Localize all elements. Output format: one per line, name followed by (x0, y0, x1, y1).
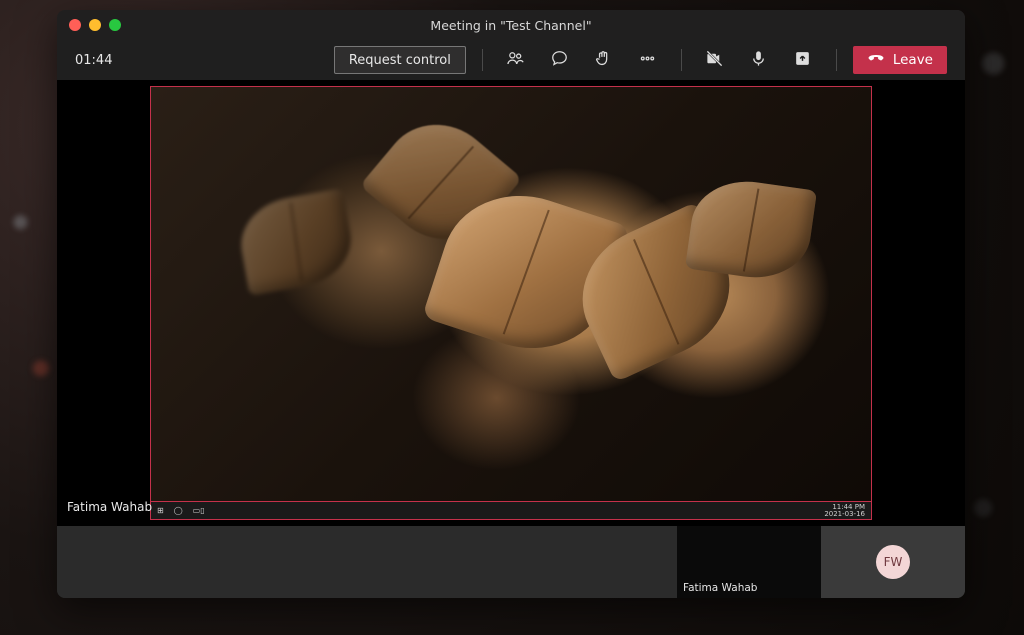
people-icon (506, 49, 525, 72)
participants-button[interactable] (499, 46, 533, 74)
camera-off-icon (705, 49, 724, 72)
chat-button[interactable] (543, 46, 577, 74)
more-actions-button[interactable] (631, 46, 665, 74)
participant-tile[interactable]: Fatima Wahab (677, 526, 821, 598)
window-title: Meeting in "Test Channel" (57, 18, 965, 33)
meeting-toolbar: 01:44 Request control (57, 40, 965, 80)
mic-icon (749, 49, 768, 72)
windows-start-icon: ⊞ (157, 506, 164, 515)
meeting-stage: ⊞ ◯ ▭▯ 11:44 PM 2021-03-16 Fatima Wahab (57, 80, 965, 526)
mic-toggle-button[interactable] (742, 46, 776, 74)
shared-date: 2021-03-16 (824, 511, 865, 518)
shared-content-decor (685, 174, 817, 285)
meeting-timer: 01:44 (75, 53, 112, 68)
hangup-icon (867, 49, 885, 71)
avatar: FW (876, 545, 910, 579)
task-view-icon: ▭▯ (193, 506, 205, 515)
ellipsis-icon (638, 49, 657, 72)
divider (836, 49, 837, 71)
divider (681, 49, 682, 71)
window-controls (69, 19, 121, 31)
titlebar: Meeting in "Test Channel" (57, 10, 965, 40)
cortana-icon: ◯ (174, 506, 183, 515)
participant-thumbnails: Fatima Wahab FW (57, 526, 965, 598)
share-screen-button[interactable] (786, 46, 820, 74)
leave-label: Leave (893, 52, 933, 68)
minimize-window-button[interactable] (89, 19, 101, 31)
share-up-icon (793, 49, 812, 72)
presenter-name-label: Fatima Wahab (67, 500, 152, 514)
shared-content-decor (234, 188, 358, 296)
raise-hand-button[interactable] (587, 46, 621, 74)
chat-icon (550, 49, 569, 72)
shared-clock-area: 11:44 PM 2021-03-16 (824, 504, 865, 518)
meeting-window: Meeting in "Test Channel" 01:44 Request … (57, 10, 965, 598)
hand-icon (594, 49, 613, 72)
shared-screen[interactable]: ⊞ ◯ ▭▯ 11:44 PM 2021-03-16 (150, 86, 872, 520)
request-control-label: Request control (349, 53, 451, 68)
camera-toggle-button[interactable] (698, 46, 732, 74)
shared-desktop-taskbar: ⊞ ◯ ▭▯ 11:44 PM 2021-03-16 (151, 501, 871, 519)
leave-button[interactable]: Leave (853, 46, 947, 74)
zoom-window-button[interactable] (109, 19, 121, 31)
self-tile[interactable]: FW (821, 526, 965, 598)
request-control-button[interactable]: Request control (334, 46, 466, 74)
participant-name: Fatima Wahab (683, 582, 757, 594)
divider (482, 49, 483, 71)
close-window-button[interactable] (69, 19, 81, 31)
avatar-initials: FW (884, 555, 903, 569)
